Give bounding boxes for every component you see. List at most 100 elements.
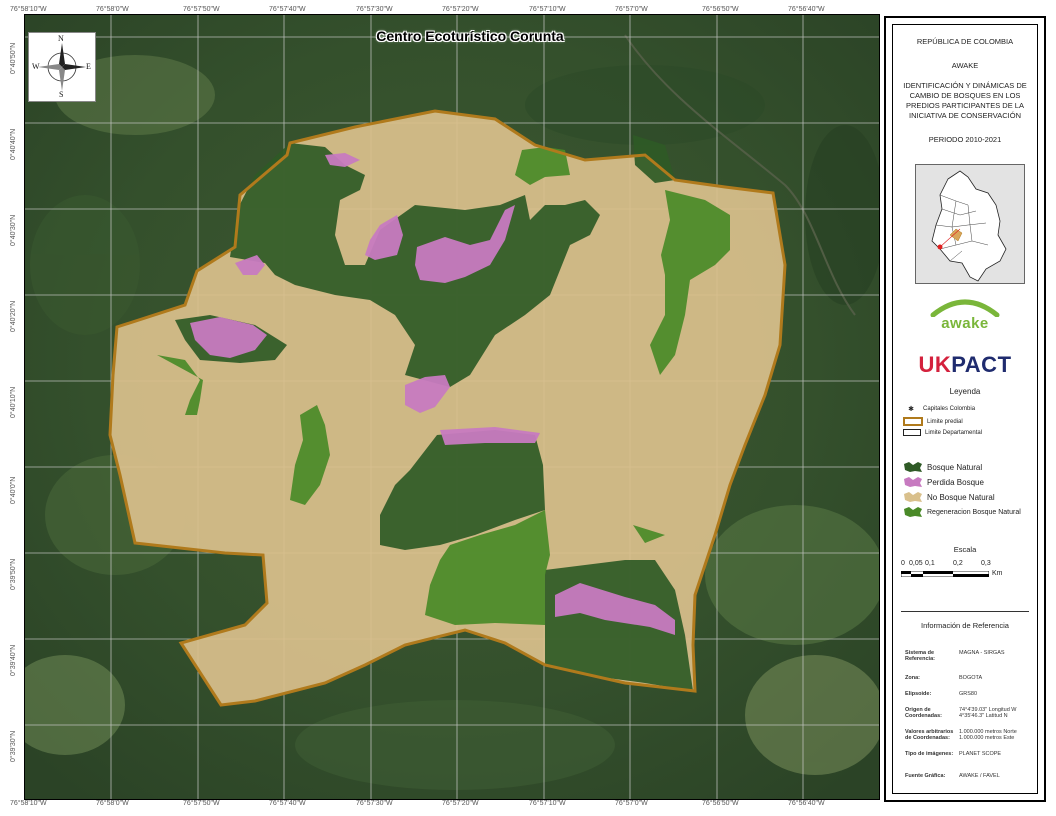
- left-tick: 0°40'40"N: [10, 128, 17, 160]
- ref-key: Elipsoide:: [905, 691, 932, 697]
- info-panel-inner: REPÚBLICA DE COLOMBIA AWAKE IDENTIFICACI…: [892, 24, 1038, 794]
- ref-value: 1.000.000 metros Norte 1.000.000 metros …: [959, 729, 1017, 741]
- bottom-tick: 76°57'20"W: [442, 800, 479, 807]
- ref-row: Valores arbitrarios de Coordenadas: 1.00…: [905, 729, 1033, 741]
- ref-value: GRS80: [959, 691, 978, 697]
- legend-item-capitales: ✱ Capitales Colombia: [903, 405, 975, 413]
- compass-n: N: [58, 34, 64, 43]
- bottom-tick: 76°57'30"W: [356, 800, 393, 807]
- legend-label: Bosque Natural: [927, 462, 983, 472]
- ukpact-logo: UKPACT: [893, 352, 1037, 378]
- perdida-swatch-icon: [904, 477, 922, 487]
- ref-value: MAGNA - SIRGAS: [959, 650, 1005, 656]
- top-tick: 76°57'30"W: [356, 6, 393, 13]
- legend-label: Limite predial: [927, 418, 963, 425]
- bottom-tick: 76°58'0"W: [96, 800, 129, 807]
- top-tick: 76°56'40"W: [788, 6, 825, 13]
- awake-arc-icon: [930, 299, 1000, 317]
- bottom-tick: 76°56'40"W: [788, 800, 825, 807]
- legend-item-limite-departamental: Limite Departamental: [903, 429, 982, 436]
- scale-bar-graphic: [901, 571, 989, 577]
- scale-tick: 0,3: [981, 560, 991, 567]
- location-minimap[interactable]: [915, 164, 1025, 284]
- map-title: Centro Ecoturístico Corunta: [376, 28, 564, 44]
- ukpact-uk: UK: [918, 352, 952, 377]
- legend-label: No Bosque Natural: [927, 492, 995, 502]
- left-tick: 0°39'30"N: [10, 730, 17, 762]
- ref-value: 74°4'39.03" Longitud W 4°35'46.3" Latitu…: [959, 707, 1017, 719]
- ref-key: Sistema de Referencia:: [905, 650, 935, 662]
- left-tick: 0°40'0"N: [10, 476, 17, 504]
- top-tick: 76°57'50"W: [183, 6, 220, 13]
- awake-logo: awake: [893, 295, 1037, 332]
- org-label: AWAKE: [951, 61, 979, 70]
- country-label: REPÚBLICA DE COLOMBIA: [916, 37, 1014, 46]
- ref-key: Origen de Coordenadas:: [905, 707, 942, 719]
- compass-e: E: [86, 62, 91, 71]
- ref-key: Fuente Gráfica:: [905, 773, 946, 779]
- awake-logo-text: awake: [941, 315, 989, 332]
- top-tick: 76°58'0"W: [96, 6, 129, 13]
- ref-key: Zona:: [905, 675, 920, 681]
- map-frame[interactable]: [24, 14, 880, 800]
- bottom-tick: 76°58'10"W: [10, 800, 47, 807]
- report-title: IDENTIFICACIÓN Y DINÁMICAS DE CAMBIO DE …: [903, 81, 1027, 121]
- top-tick: 76°57'40"W: [269, 6, 306, 13]
- compass-s: S: [59, 90, 64, 99]
- ref-row: Origen de Coordenadas: 74°4'39.03" Longi…: [905, 707, 1033, 719]
- ref-row: Tipo de imágenes: PLANET SCOPE: [905, 751, 1033, 757]
- bottom-tick: 76°56'50"W: [702, 800, 739, 807]
- ref-value: BOGOTA: [959, 675, 983, 681]
- legend-label: Limite Departamental: [925, 429, 983, 436]
- bottom-tick: 76°57'10"W: [529, 800, 566, 807]
- left-tick: 0°40'50"N: [10, 42, 17, 74]
- legend-label: Capitales Colombia: [923, 406, 976, 412]
- ref-title: Información de Referencia: [921, 621, 1009, 630]
- ref-key: Tipo de imágenes:: [905, 751, 954, 757]
- ref-key: Valores arbitrarios de Coordenadas:: [905, 729, 954, 741]
- bottom-tick: 76°57'40"W: [269, 800, 306, 807]
- top-tick: 76°57'20"W: [442, 6, 479, 13]
- legend-title: Leyenda: [949, 387, 981, 396]
- left-tick: 0°39'50"N: [10, 558, 17, 590]
- legend-item-bosque-natural: Bosque Natural: [903, 461, 982, 473]
- left-tick: 0°40'10"N: [10, 386, 17, 418]
- bottom-tick: 76°57'0"W: [615, 800, 648, 807]
- legend-label: Regeneracion Bosque Natural: [927, 508, 1021, 516]
- top-tick: 76°57'0"W: [615, 6, 648, 13]
- ref-row: Fuente Gráfica: AWAKE / FAVEL: [905, 773, 1033, 779]
- map-canvas[interactable]: [25, 15, 879, 799]
- top-tick: 76°56'50"W: [702, 6, 739, 13]
- ref-value: PLANET SCOPE: [959, 751, 1002, 757]
- legend-label: Perdida Bosque: [927, 477, 984, 487]
- legend-item-perdida-bosque: Perdida Bosque: [903, 476, 984, 488]
- colombia-map-icon: [931, 170, 1007, 282]
- left-tick: 0°40'30"N: [10, 214, 17, 246]
- compass-w: W: [32, 62, 40, 71]
- ref-row: Elipsoide: GRS80: [905, 691, 1033, 697]
- ref-value: AWAKE / FAVEL: [959, 773, 1000, 779]
- legend-item-limite-predial: Limite predial: [903, 417, 963, 426]
- scale-tick: 0,05: [909, 560, 923, 567]
- limite-predial-swatch-icon: [903, 417, 923, 426]
- ref-row: Sistema de Referencia: MAGNA - SIRGAS: [905, 650, 1033, 662]
- top-tick: 76°58'10"W: [10, 6, 47, 13]
- info-panel: REPÚBLICA DE COLOMBIA AWAKE IDENTIFICACI…: [884, 16, 1046, 802]
- north-arrow: N S E W: [28, 32, 96, 102]
- scale-unit: Km: [992, 570, 1003, 577]
- period-label: PERIODO 2010-2021: [928, 135, 1002, 144]
- scale-bar: 0 0,05 0,1 0,2 0,3 Km: [901, 560, 1021, 583]
- bottom-tick: 76°57'50"W: [183, 800, 220, 807]
- ukpact-pact: PACT: [951, 352, 1012, 377]
- scale-tick: 0,1: [925, 560, 935, 567]
- ref-divider: [901, 611, 1029, 612]
- ref-row: Zona: BOGOTA: [905, 675, 1033, 681]
- legend-item-regeneracion: Regeneracion Bosque Natural: [903, 506, 1021, 518]
- limite-departamental-swatch-icon: [903, 429, 921, 436]
- left-tick: 0°39'40"N: [10, 644, 17, 676]
- top-tick: 76°57'10"W: [529, 6, 566, 13]
- scale-tick: 0: [901, 560, 905, 567]
- scale-title: Escala: [953, 545, 977, 554]
- legend-item-no-bosque: No Bosque Natural: [903, 491, 995, 503]
- regeneracion-swatch-icon: [904, 507, 922, 517]
